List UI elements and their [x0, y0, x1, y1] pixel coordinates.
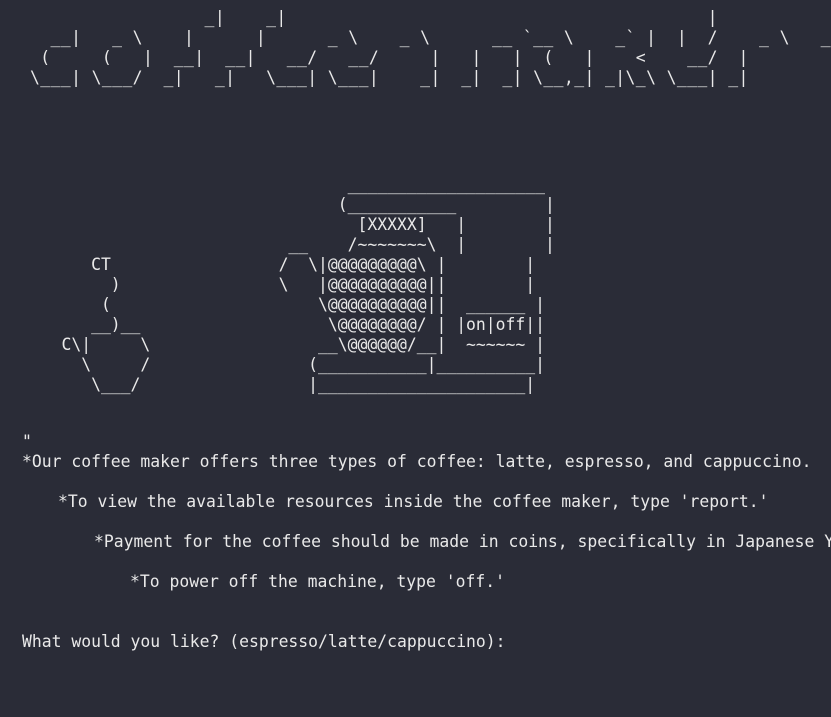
input-prompt-line[interactable]: What would you like? (espresso/latte/cap…	[22, 632, 524, 652]
info-line-report: *To view the available resources inside …	[58, 492, 769, 511]
info-line-coffee-types: *Our coffee maker offers three types of …	[22, 452, 812, 471]
info-line-power-off: *To power off the machine, type 'off.'	[130, 572, 505, 591]
coffee-maker-banner-art: _| _| | __| _ \ | | _ \ _ \ __ `__ \ _` …	[30, 8, 831, 87]
coffee-machine-ascii-art: ____________________ (___________ | [XXX…	[61, 175, 555, 394]
info-line-payment: *Payment for the coffee should be made i…	[94, 532, 831, 551]
terminal-window[interactable]: _| _| | __| _ \ | | _ \ _ \ __ `__ \ _` …	[0, 0, 831, 717]
quote-mark: "	[22, 432, 32, 451]
text-cursor	[515, 633, 524, 649]
prompt-text: What would you like? (espresso/latte/cap…	[22, 632, 506, 651]
